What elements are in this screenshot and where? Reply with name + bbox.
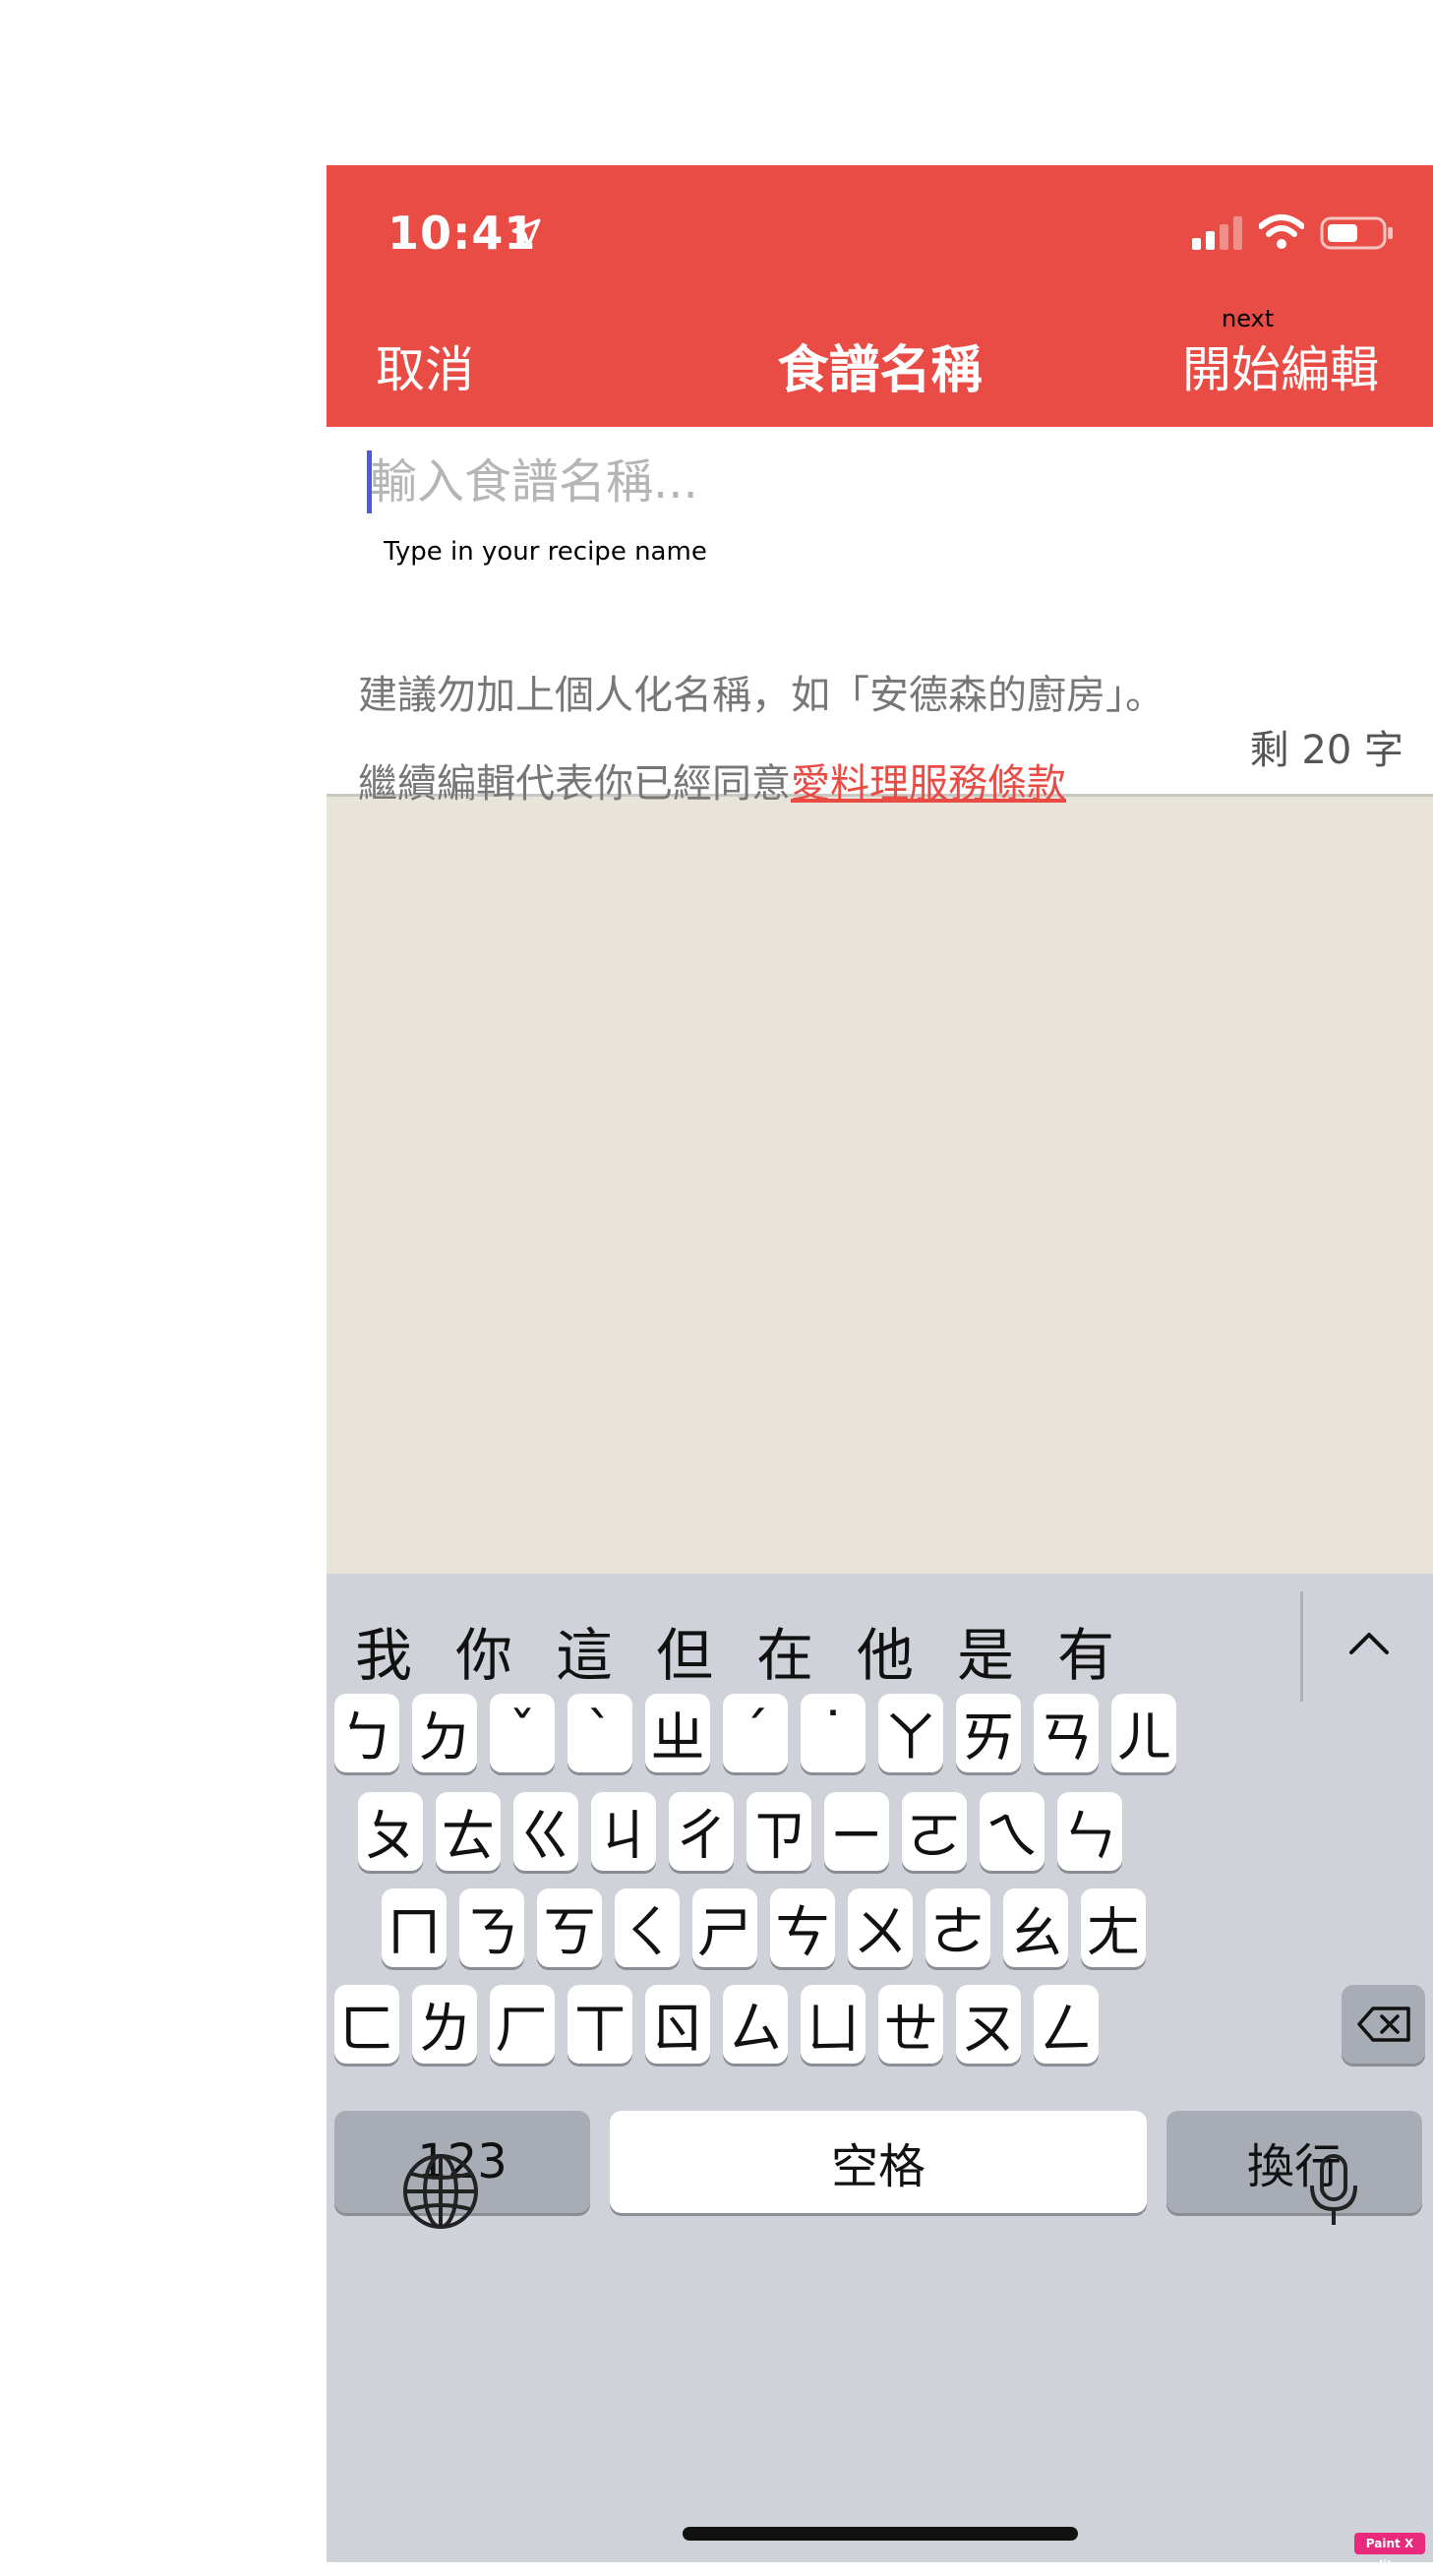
key[interactable]: ㄊ [436, 1792, 501, 1871]
next-hint: next [1222, 305, 1274, 332]
candidate-item[interactable]: 我 [334, 1609, 433, 1692]
key[interactable]: ㄐ [591, 1792, 656, 1871]
input-hint: Type in your recipe name [384, 537, 707, 567]
key[interactable]: ㄞ [956, 1694, 1021, 1772]
recipe-name-panel: Type in your recipe name 剩 20 字 [327, 427, 1433, 797]
key[interactable]: ㄥ [1034, 1985, 1099, 2064]
character-counter: 剩 20 字 [1250, 718, 1403, 775]
key[interactable]: ㄅ [334, 1694, 399, 1772]
recipe-name-input[interactable] [370, 443, 1393, 521]
key[interactable]: ㄡ [956, 1985, 1021, 2064]
terms-link[interactable]: 愛料理服務條款 [791, 761, 1066, 807]
candidate-item[interactable]: 有 [1037, 1609, 1135, 1692]
backspace-key[interactable] [1342, 1985, 1425, 2064]
key[interactable]: ㄙ [723, 1985, 788, 2064]
key[interactable]: ㄜ [925, 1888, 990, 1967]
key[interactable]: ㄕ [692, 1888, 757, 1967]
microphone-icon[interactable] [1308, 2152, 1359, 2231]
key[interactable]: ㄑ [615, 1888, 680, 1967]
key[interactable]: ㄠ [1003, 1888, 1068, 1967]
app-screen: 10:41 取消 食譜名稱 next 開始編輯 Type in your rec… [327, 165, 1433, 2562]
key[interactable]: ㄨ [848, 1888, 913, 1967]
key[interactable]: ㄣ [1057, 1792, 1122, 1871]
globe-icon[interactable] [401, 2152, 480, 2231]
key[interactable]: ㄩ [801, 1985, 866, 2064]
naming-tip: 建議勿加上個人化名稱，如「安德森的廚房」。 [358, 663, 1164, 720]
key[interactable]: ㄓ [645, 1694, 710, 1772]
terms-notice: 繼續編輯代表你已經同意愛料理服務條款 [358, 751, 1066, 809]
wifi-icon [1259, 212, 1304, 250]
text-caret [367, 450, 372, 513]
chevron-up-icon [1347, 1629, 1391, 1656]
signal-icon [1192, 216, 1243, 250]
terms-prefix: 繼續編輯代表你已經同意 [358, 761, 791, 807]
candidate-item[interactable]: 在 [736, 1609, 834, 1692]
watermark-badge: Paint X lite [1354, 2533, 1425, 2554]
key[interactable]: ㄦ [1111, 1694, 1176, 1772]
key[interactable]: ㄔ [669, 1792, 734, 1871]
key[interactable]: ˋ [567, 1694, 632, 1772]
candidate-item[interactable]: 這 [535, 1609, 633, 1692]
key[interactable]: ㄌ [412, 1985, 477, 2064]
key[interactable]: ㄚ [878, 1694, 943, 1772]
key[interactable]: ㄒ [567, 1985, 632, 2064]
return-key[interactable]: 換行 [1166, 2111, 1422, 2213]
candidate-item[interactable]: 是 [936, 1609, 1035, 1692]
keyboard: 我 你 這 但 在 他 是 有 ㄅ ㄉ ˇ ˋ ㄓ ˊ ˙ ㄚ ㄞ ㄢ ㄦ ㄆ [327, 1574, 1433, 2562]
home-indicator [683, 2527, 1078, 2541]
key[interactable]: ㄆ [358, 1792, 423, 1871]
key[interactable]: ㄗ [746, 1792, 811, 1871]
key[interactable]: ˇ [490, 1694, 555, 1772]
key[interactable]: ˊ [723, 1694, 788, 1772]
key[interactable]: ㄢ [1034, 1694, 1099, 1772]
start-edit-button[interactable]: 開始編輯 [1182, 330, 1379, 401]
candidate-expand-button[interactable] [1310, 1595, 1433, 1704]
key[interactable]: ˙ [801, 1694, 866, 1772]
candidate-item[interactable]: 他 [836, 1609, 934, 1692]
key[interactable]: ㄉ [412, 1694, 477, 1772]
key[interactable]: ㄟ [980, 1792, 1045, 1871]
key[interactable]: ㄍ [513, 1792, 578, 1871]
key[interactable]: ㄇ [382, 1888, 447, 1967]
key[interactable]: ㄤ [1081, 1888, 1146, 1967]
key[interactable]: ㄈ [334, 1985, 399, 2064]
candidate-divider [1300, 1591, 1303, 1702]
battery-icon [1320, 216, 1395, 250]
key[interactable]: ㄛ [902, 1792, 967, 1871]
key[interactable]: ㄧ [824, 1792, 889, 1871]
key[interactable]: ㄏ [490, 1985, 555, 2064]
header: 10:41 取消 食譜名稱 next 開始編輯 [327, 165, 1433, 427]
key[interactable]: ㄝ [878, 1985, 943, 2064]
candidate-item[interactable]: 你 [435, 1609, 533, 1692]
key[interactable]: ㄘ [770, 1888, 835, 1967]
backspace-icon [1355, 2005, 1412, 2044]
key[interactable]: ㄎ [537, 1888, 602, 1967]
key[interactable]: ㄋ [459, 1888, 524, 1967]
space-key[interactable]: 空格 [610, 2111, 1147, 2213]
candidate-item[interactable]: 但 [635, 1609, 734, 1692]
key[interactable]: ㄖ [645, 1985, 710, 2064]
location-arrow-icon [509, 216, 543, 250]
